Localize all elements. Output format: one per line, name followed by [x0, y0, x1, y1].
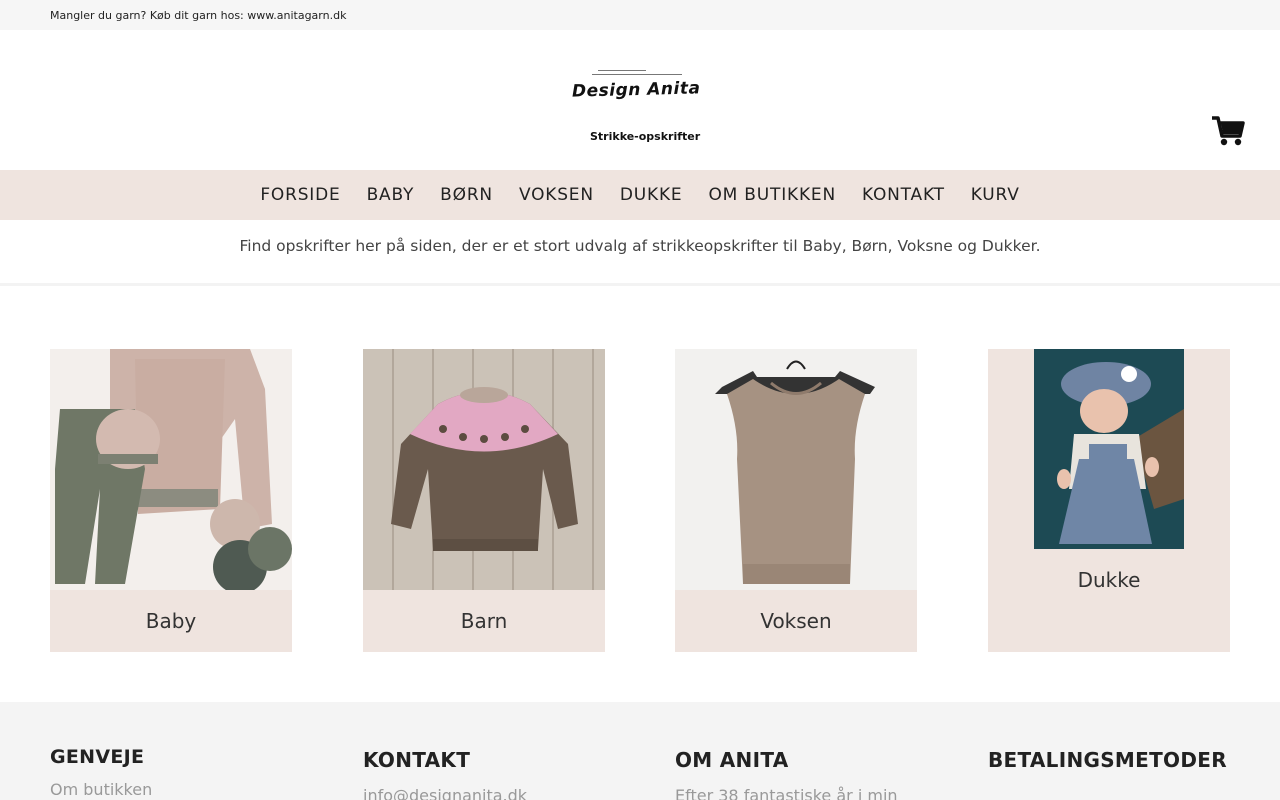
- nav-item-voksen[interactable]: VOKSEN: [519, 185, 594, 205]
- footer-payment: BETALINGSMETODER: [988, 748, 1227, 772]
- footer-heading-about: OM ANITA: [675, 748, 789, 772]
- category-label-baby: Baby: [145, 609, 197, 633]
- nav-item-kurv[interactable]: KURV: [971, 185, 1020, 205]
- nav-item-born[interactable]: BØRN: [440, 185, 493, 205]
- logo-tagline: Strikke-opskrifter: [590, 130, 701, 143]
- intro-text: Find opskrifter her på siden, der er et …: [239, 237, 1041, 255]
- category-image-barn: [363, 349, 605, 590]
- footer-contact: KONTAKT info@designanita.dk: [363, 748, 527, 800]
- footer-heading-contact: KONTAKT: [363, 748, 471, 772]
- site-footer: GENVEJE Om butikken KONTAKT info@designa…: [0, 702, 1280, 800]
- category-card-barn[interactable]: Barn: [363, 349, 605, 652]
- logo-brand-text: Design Anita: [571, 78, 701, 102]
- site-logo[interactable]: Design Anita Strikke-opskrifter: [570, 68, 710, 158]
- category-card-dukke[interactable]: Dukke: [988, 349, 1230, 652]
- footer-heading-payment: BETALINGSMETODER: [988, 748, 1227, 772]
- logo-decoration: [592, 74, 682, 75]
- category-image-voksen: [675, 349, 917, 590]
- nav-item-om-butikken[interactable]: OM BUTIKKEN: [708, 185, 836, 205]
- nav-item-dukke[interactable]: DUKKE: [620, 185, 683, 205]
- category-image-baby: [50, 349, 292, 590]
- category-card-baby[interactable]: Baby: [50, 349, 292, 652]
- footer-about-text: Efter 38 fantastiske år i min: [675, 786, 898, 800]
- nav-item-baby[interactable]: BABY: [367, 185, 415, 205]
- logo-decoration: [598, 70, 646, 71]
- footer-about: OM ANITA Efter 38 fantastiske år i min: [675, 748, 898, 800]
- announcement-bar: Mangler du garn? Køb dit garn hos: www.a…: [0, 0, 1280, 30]
- category-grid: Baby Barn Voksen Dukke: [50, 349, 1230, 652]
- announcement-text: Mangler du garn? Køb dit garn hos: www.a…: [50, 8, 347, 22]
- category-label-voksen: Voksen: [760, 609, 832, 633]
- footer-email-link[interactable]: info@designanita.dk: [363, 786, 527, 800]
- nav-item-kontakt[interactable]: KONTAKT: [862, 185, 945, 205]
- category-label-dukke: Dukke: [1077, 568, 1141, 592]
- site-header: Design Anita Strikke-opskrifter: [0, 30, 1280, 170]
- category-label-barn: Barn: [460, 609, 508, 633]
- footer-heading-shortcuts: GENVEJE: [50, 746, 145, 768]
- intro-section: Find opskrifter her på siden, der er et …: [0, 220, 1280, 286]
- main-navigation: FORSIDE BABY BØRN VOKSEN DUKKE OM BUTIKK…: [0, 170, 1280, 220]
- shopping-cart-icon[interactable]: [1210, 112, 1246, 148]
- nav-item-forside[interactable]: FORSIDE: [260, 185, 340, 205]
- footer-shortcuts: GENVEJE Om butikken: [50, 746, 152, 799]
- category-card-voksen[interactable]: Voksen: [675, 349, 917, 652]
- category-image-dukke: [1034, 349, 1184, 549]
- footer-link-om-butikken[interactable]: Om butikken: [50, 780, 152, 799]
